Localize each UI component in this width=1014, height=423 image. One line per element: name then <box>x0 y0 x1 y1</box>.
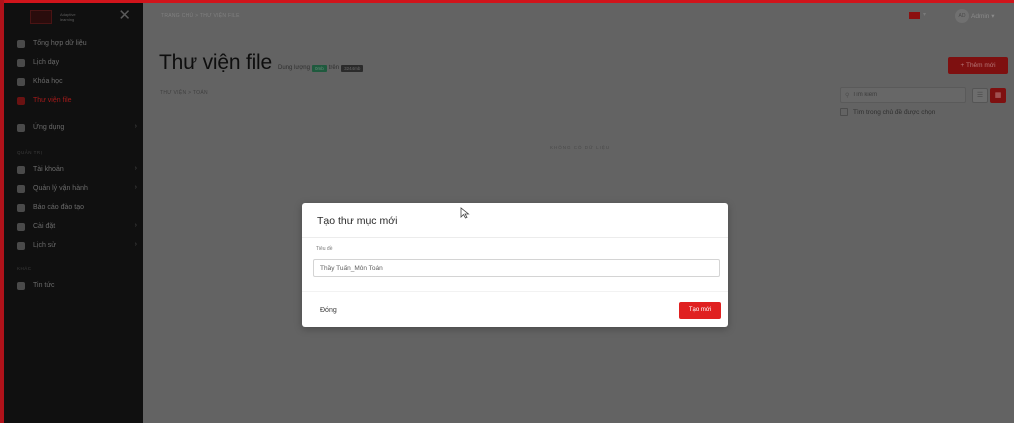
app-icon <box>17 123 25 132</box>
news-icon <box>17 281 25 290</box>
divider <box>302 291 728 292</box>
user-menu[interactable]: Admin ▾ <box>971 12 995 20</box>
storage-used-badge: 0mb <box>311 64 327 72</box>
sidebar-item-quan-ly-van-hanh[interactable]: Quản lý vận hành › <box>0 179 143 198</box>
video-icon <box>17 58 25 67</box>
dialog-title: Tạo thư mục mới <box>317 215 398 227</box>
sidebar: Adaptive learning ✕ Tổng hợp dữ liệu Lịc… <box>0 0 143 423</box>
window-frame-left <box>0 0 4 423</box>
section-label-admin: QUẢN TRỊ <box>17 150 43 155</box>
close-button[interactable]: Đóng <box>320 307 337 314</box>
mouse-cursor-icon <box>460 207 470 219</box>
sidebar-item-ung-dung[interactable]: Ứng dụng › <box>0 118 143 137</box>
scope-label: Tìm trong chủ đề được chọn <box>853 108 936 116</box>
sidebar-item-lich-su[interactable]: Lịch sử › <box>0 236 143 255</box>
avatar[interactable]: AD <box>955 9 969 23</box>
breadcrumb[interactable]: TRANG CHỦ > THƯ VIỆN FILE <box>161 13 240 19</box>
sidebar-item-tin-tuc[interactable]: Tin tức <box>0 276 143 295</box>
report-icon <box>17 203 25 212</box>
page-title-row: Thư viện file Dung lượng 0mb trên 3244mb <box>159 51 364 75</box>
sidebar-item-bao-cao[interactable]: Báo cáo đào tạo <box>0 198 143 217</box>
chevron-down-icon[interactable]: ▾ <box>923 11 926 18</box>
add-new-button[interactable]: + Thêm mới <box>948 57 1008 74</box>
close-icon[interactable]: ✕ <box>118 8 131 23</box>
sidebar-item-cai-dat[interactable]: Cài đặt › <box>0 217 143 236</box>
sidebar-item-tai-khoan[interactable]: Tài khoản › <box>0 160 143 179</box>
sidebar-item-label: Khóa học <box>33 78 63 85</box>
sidebar-item-label: Tin tức <box>33 282 55 289</box>
divider <box>302 237 728 238</box>
sidebar-item-thu-vien-file[interactable]: Thư viện file <box>0 91 143 110</box>
sidebar-item-label: Tổng hợp dữ liệu <box>33 40 87 47</box>
chevron-right-icon: › <box>134 241 137 248</box>
sidebar-item-label: Thư viện file <box>33 97 72 104</box>
sidebar-item-label: Cài đặt <box>33 223 56 230</box>
sidebar-item-label: Quản lý vận hành <box>33 185 88 192</box>
chevron-right-icon: › <box>134 184 137 191</box>
chevron-right-icon: › <box>134 123 137 130</box>
sidebar-item-tong-hop[interactable]: Tổng hợp dữ liệu <box>0 34 143 53</box>
gear-icon <box>17 222 25 231</box>
sidebar-item-label: Lịch sử <box>33 242 56 249</box>
create-button[interactable]: Tạo mới <box>679 302 721 319</box>
logo-icon <box>30 10 52 24</box>
storage-sep: trên <box>328 65 340 71</box>
grid-view-icon[interactable]: ▦ <box>990 88 1006 103</box>
title-field-label: Tiêu đề <box>316 246 333 252</box>
clipboard-icon <box>17 184 25 193</box>
logo-row: Adaptive learning ✕ <box>0 0 143 34</box>
users-icon <box>17 165 25 174</box>
search-box: ⚲ <box>840 87 966 103</box>
book-icon <box>17 77 25 86</box>
section-label-other: KHÁC <box>17 266 32 271</box>
create-folder-dialog: Tạo thư mục mới Tiêu đề Đóng Tạo mới <box>302 203 728 327</box>
sidebar-item-label: Tài khoản <box>33 166 64 173</box>
chevron-right-icon: › <box>134 222 137 229</box>
history-icon <box>17 241 25 250</box>
folder-icon <box>17 96 25 105</box>
sidebar-item-lich-day[interactable]: Lịch dạy <box>0 53 143 72</box>
scope-checkbox-row[interactable]: Tìm trong chủ đề được chọn <box>840 108 935 116</box>
search-input[interactable] <box>852 92 953 98</box>
chevron-right-icon: › <box>134 165 137 172</box>
storage-info: Dung lượng 0mb trên 3244mb <box>278 64 364 72</box>
storage-label: Dung lượng <box>278 65 310 71</box>
search-icon: ⚲ <box>845 92 850 99</box>
empty-state-text: KHÔNG CÓ DỮ LIỆU <box>550 145 611 150</box>
window-frame-top <box>0 0 1014 3</box>
sidebar-item-khoa-hoc[interactable]: Khóa học <box>0 72 143 91</box>
storage-total-badge: 3244mb <box>341 64 364 72</box>
sidebar-item-label: Lịch dạy <box>33 59 60 66</box>
user-name: Admin <box>971 13 990 20</box>
folder-title-input[interactable] <box>313 259 720 277</box>
topbar: TRANG CHỦ > THƯ VIỆN FILE ▾ AD Admin ▾ <box>143 3 1014 29</box>
sidebar-item-label: Ứng dụng <box>33 124 65 131</box>
grid-icon <box>17 39 25 48</box>
scope-checkbox[interactable] <box>840 108 848 116</box>
sidebar-item-label: Báo cáo đào tạo <box>33 204 84 211</box>
library-breadcrumb[interactable]: THƯ VIỆN > TOÁN <box>160 90 208 96</box>
list-view-icon[interactable]: ☰ <box>972 88 988 103</box>
flag-icon[interactable] <box>909 12 920 19</box>
logo-text: Adaptive learning <box>60 12 76 22</box>
page-title: Thư viện file <box>159 51 273 74</box>
